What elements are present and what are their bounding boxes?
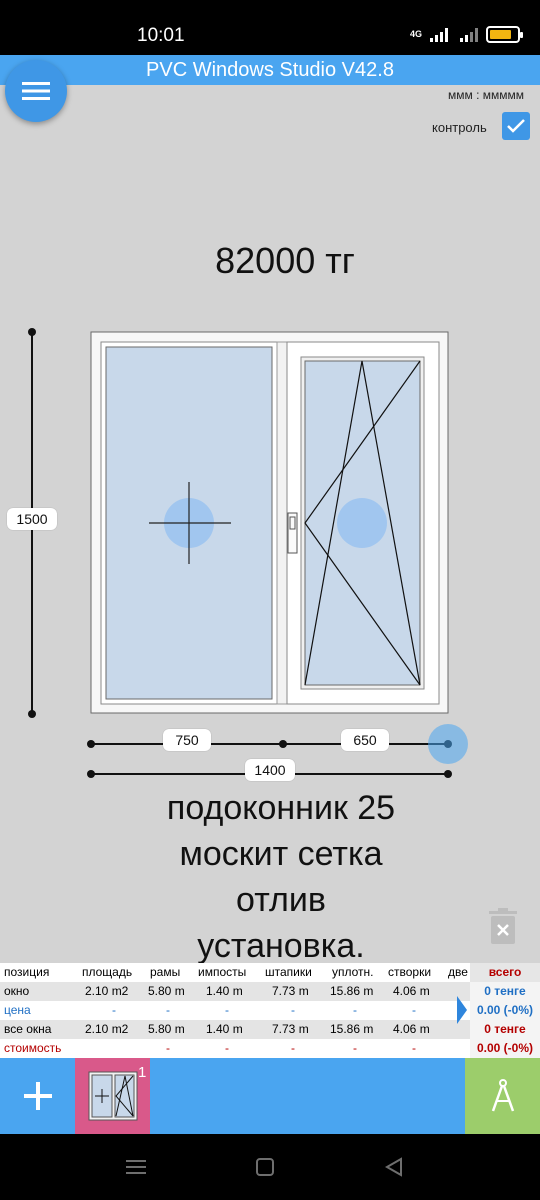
signal-icon-2 xyxy=(460,27,478,42)
table-cell: 1.40 m xyxy=(206,1022,243,1036)
plus-icon xyxy=(23,1082,52,1110)
left-sash-width-label[interactable]: 750 xyxy=(163,729,211,751)
total-cell: 0.00 (-0%) xyxy=(476,1003,534,1017)
table-cell: 15.86 m xyxy=(330,984,374,998)
header-cell: рамы xyxy=(150,965,181,979)
header-cell: штапики xyxy=(265,965,312,979)
row-label: все окна xyxy=(4,1022,52,1036)
header-cell: две xyxy=(448,965,468,979)
app-title: PVC Windows Studio V42.8 xyxy=(0,55,540,85)
header-cell: импосты xyxy=(198,965,247,979)
dimension-dot xyxy=(28,710,36,718)
table-cell: 7.73 m xyxy=(272,1022,309,1036)
totals-header: всего xyxy=(470,963,540,982)
table-cell: - xyxy=(225,1041,229,1055)
header-cell: позиция xyxy=(4,965,50,979)
row-label: цена xyxy=(4,1003,31,1017)
table-cell: - xyxy=(166,1041,170,1055)
back-icon[interactable] xyxy=(384,1157,404,1177)
header-cell: уплотн. xyxy=(332,965,374,979)
table-cell: - xyxy=(291,1041,295,1055)
handle-icon xyxy=(287,512,298,554)
menu-button[interactable] xyxy=(5,60,67,122)
total-width-label[interactable]: 1400 xyxy=(245,759,295,781)
total-cell: 0.00 (-0%) xyxy=(476,1041,534,1055)
table-cell: - xyxy=(353,1003,357,1017)
header-cell: площадь xyxy=(82,965,133,979)
battery-level xyxy=(490,30,511,39)
battery-icon xyxy=(486,26,523,43)
status-time: 10:01 xyxy=(137,25,185,46)
total-cell: 0 тенге xyxy=(484,984,526,998)
table-cell: 4.06 m xyxy=(393,984,430,998)
table-cell: - xyxy=(353,1041,357,1055)
table-cell: 2.10 m2 xyxy=(85,984,129,998)
window-count-badge: 1 xyxy=(138,1064,147,1081)
table-cell: 2.10 m2 xyxy=(85,1022,129,1036)
home-icon[interactable] xyxy=(256,1158,274,1176)
control-checkbox[interactable] xyxy=(502,112,530,140)
control-label: контроль xyxy=(432,120,487,135)
hamburger-icon xyxy=(22,82,50,100)
note-line: отлив xyxy=(236,881,326,919)
table-row: стоимость - - - - - xyxy=(0,1039,540,1058)
table-cell: 15.86 m xyxy=(330,1022,374,1036)
dimension-dot xyxy=(87,770,95,778)
impost xyxy=(276,341,288,705)
row-label: стоимость xyxy=(4,1041,62,1055)
dimension-drag-handle[interactable] xyxy=(428,724,468,764)
row-label: окно xyxy=(4,984,30,998)
check-icon xyxy=(507,119,525,133)
table-cell: 4.06 m xyxy=(393,1022,430,1036)
units-toggle[interactable]: ммм : ммммм xyxy=(448,88,524,102)
trash-icon[interactable] xyxy=(488,908,518,944)
window-drawing[interactable] xyxy=(90,331,450,715)
dimension-dot xyxy=(87,740,95,748)
header-cell: створки xyxy=(388,965,432,979)
row-pointer-icon xyxy=(457,996,467,1024)
table-header: позиция площадь рамы импосты штапики упл… xyxy=(0,963,540,982)
compass-icon xyxy=(491,1079,514,1112)
note-line: москит сетка xyxy=(179,835,383,873)
table-cell: 1.40 m xyxy=(206,984,243,998)
height-label[interactable]: 1500 xyxy=(7,508,57,530)
table-cell: 7.73 m xyxy=(272,984,309,998)
table-cell: - xyxy=(112,1003,116,1017)
compass-button[interactable] xyxy=(465,1058,540,1134)
dimension-dot xyxy=(279,740,287,748)
table-cell: - xyxy=(412,1041,416,1055)
dimension-dot xyxy=(444,770,452,778)
table-cell: 5.80 m xyxy=(148,1022,185,1036)
right-sash-width-label[interactable]: 650 xyxy=(341,729,389,751)
table-cell: - xyxy=(225,1003,229,1017)
sash-width-line xyxy=(91,743,449,745)
table-cell: - xyxy=(412,1003,416,1017)
system-nav-bar xyxy=(0,1134,540,1200)
status-bar: 10:01 4G xyxy=(0,0,540,55)
table-cell: - xyxy=(166,1003,170,1017)
order-notes[interactable]: подоконник 25 москит сетка отлив установ… xyxy=(0,785,540,969)
sash-pane-marker xyxy=(337,498,387,548)
signal-icon xyxy=(430,27,448,42)
network-label: 4G xyxy=(409,29,422,39)
table-cell: 5.80 m xyxy=(148,984,185,998)
add-window-button[interactable] xyxy=(0,1058,75,1134)
table-cell: - xyxy=(291,1003,295,1017)
recent-apps-icon[interactable] xyxy=(126,1158,146,1176)
price-label: 82000 тг xyxy=(215,240,355,281)
note-line: подоконник 25 xyxy=(166,789,396,827)
status-icons: 4G xyxy=(409,26,523,43)
dimension-dot xyxy=(28,328,36,336)
total-cell: 0 тенге xyxy=(484,1022,526,1036)
